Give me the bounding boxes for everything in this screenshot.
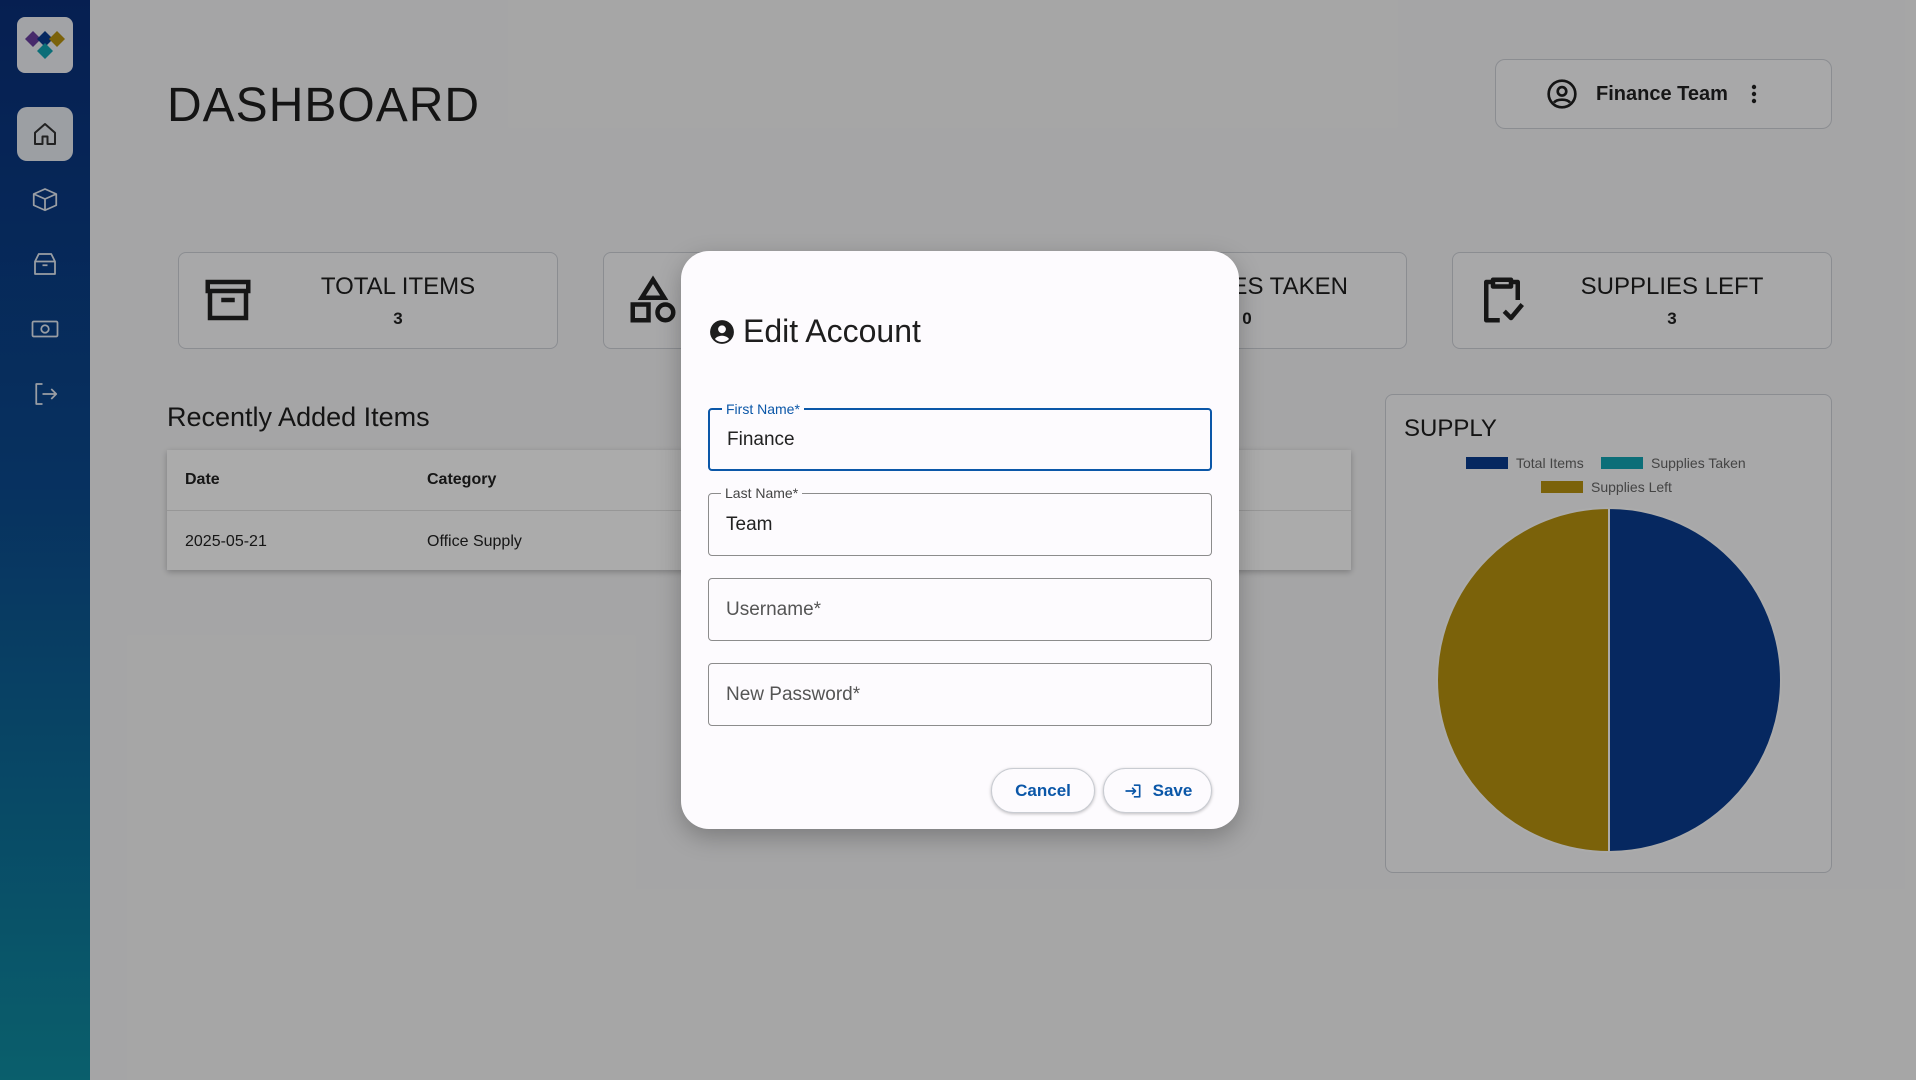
first-name-input[interactable] [727,410,1197,469]
username-field [708,578,1212,641]
login-icon [1125,783,1141,798]
new-password-field [708,663,1212,726]
account-circle-icon [710,319,734,344]
first-name-field: First Name* [708,401,1212,471]
last-name-input[interactable] [726,494,1196,555]
dialog-title-text: Edit Account [743,313,921,349]
last-name-field: Last Name* [708,485,1212,556]
dialog-title: Edit Account [709,313,921,350]
edit-account-dialog: Edit Account First Name* Last Name* Canc… [681,251,1239,829]
new-password-input[interactable] [726,664,1196,725]
save-button-label: Save [1152,780,1193,800]
cancel-button[interactable]: Cancel [991,768,1095,813]
username-input[interactable] [726,579,1196,640]
save-button[interactable]: Save [1103,768,1212,813]
